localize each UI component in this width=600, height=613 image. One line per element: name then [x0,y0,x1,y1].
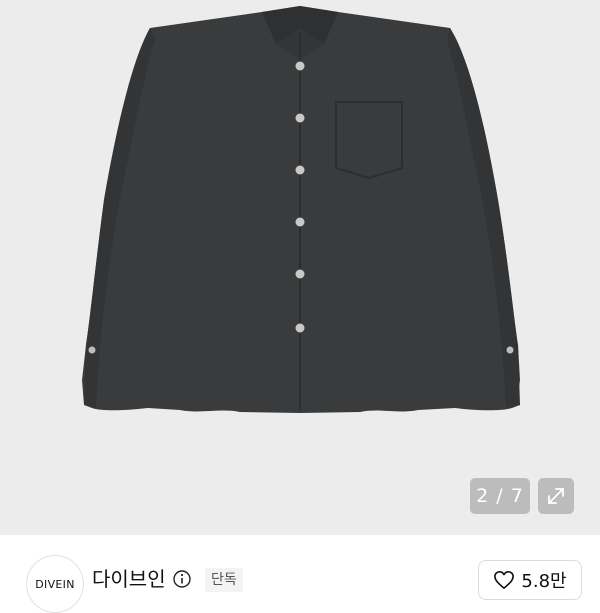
exclusive-badge: 단독 [205,568,243,592]
brand-logo[interactable]: DIVEIN [26,555,84,613]
expand-image-button[interactable] [538,478,574,514]
brand-logo-text: DIVEIN [35,577,75,591]
heart-icon [494,571,515,589]
like-button[interactable]: 5.8만 [478,560,582,600]
like-count: 5.8만 [521,571,567,592]
expand-arrows-icon [548,488,564,504]
image-pager-badge: 2 / 7 [470,478,530,514]
shirt-illustration [82,6,520,413]
brand-name-link[interactable]: 다이브인 [92,566,166,592]
product-image[interactable]: 2 / 7 [0,0,600,535]
info-icon[interactable] [173,570,191,588]
